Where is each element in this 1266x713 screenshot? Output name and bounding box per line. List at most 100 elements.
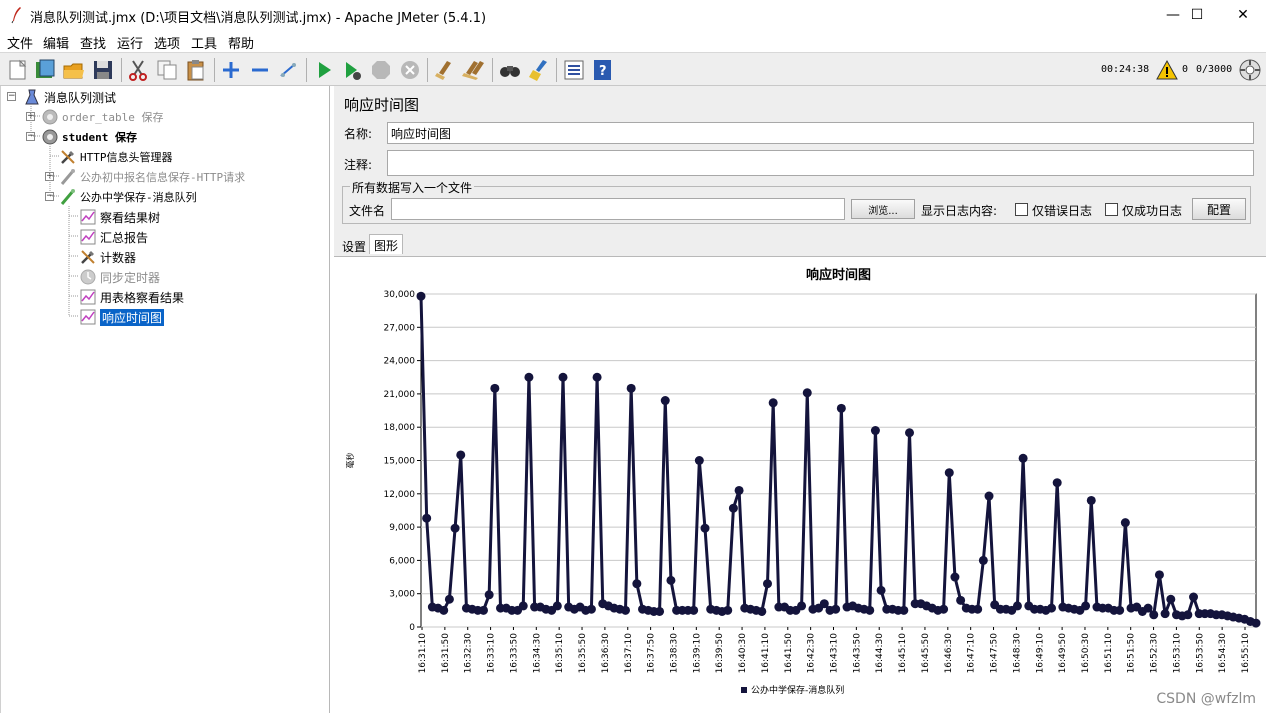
- tree-node-http-header-manager[interactable]: HTTP信息头管理器: [59, 147, 173, 167]
- expand-toggle[interactable]: +: [26, 112, 35, 121]
- data-point: [802, 388, 812, 398]
- menu-file[interactable]: 文件: [7, 33, 33, 52]
- reset-search-icon[interactable]: [527, 58, 551, 82]
- toolbar-separator: [492, 58, 493, 82]
- menu-run[interactable]: 运行: [117, 33, 143, 52]
- start-icon[interactable]: [312, 58, 336, 82]
- warning-icon[interactable]: [1156, 59, 1178, 81]
- data-point: [694, 456, 704, 465]
- tree-node-table-results[interactable]: 用表格察看结果: [79, 287, 184, 307]
- expand-icon[interactable]: [219, 58, 243, 82]
- toolbar-separator: [214, 58, 215, 82]
- y-axis-label: 毫秒: [345, 453, 355, 469]
- data-point: [552, 601, 562, 611]
- x-tick-label: 16:40:30: [738, 633, 748, 674]
- x-tick-label: 16:38:30: [669, 633, 679, 674]
- timer-icon: [80, 269, 96, 285]
- sampler-icon: [60, 169, 75, 185]
- x-tick-label: 16:52:30: [1150, 633, 1160, 674]
- paste-icon[interactable]: [184, 58, 208, 82]
- configure-button[interactable]: 配置: [1192, 198, 1246, 220]
- elapsed-time: 00:24:38: [1101, 64, 1150, 75]
- remote-status-icon[interactable]: [1238, 58, 1262, 82]
- templates-icon[interactable]: [33, 58, 57, 82]
- x-tick-label: 16:35:50: [578, 633, 588, 674]
- collapse-icon[interactable]: [248, 58, 272, 82]
- data-point: [899, 605, 909, 615]
- name-field[interactable]: [387, 122, 1254, 144]
- x-tick-label: 16:41:50: [784, 633, 794, 674]
- tree-node-order-table[interactable]: order_table 保存: [41, 107, 163, 127]
- shutdown-icon[interactable]: [398, 58, 422, 82]
- tab-settings[interactable]: 设置: [338, 236, 370, 256]
- legend-swatch: [741, 687, 747, 693]
- copy-icon[interactable]: [155, 58, 179, 82]
- collapse-toggle[interactable]: −: [45, 192, 54, 201]
- tree-node-counter[interactable]: 计数器: [79, 247, 136, 267]
- data-point: [797, 601, 807, 611]
- toggle-icon[interactable]: [277, 58, 301, 82]
- function-helper-icon[interactable]: [562, 58, 586, 82]
- active-threads: 0/3000: [1196, 64, 1233, 75]
- tree-node-response-time-graph[interactable]: 响应时间图: [79, 307, 165, 327]
- chart-title: 响应时间图: [806, 267, 871, 283]
- menu-edit[interactable]: 编辑: [43, 33, 69, 52]
- new-icon[interactable]: [6, 58, 30, 82]
- clear-icon[interactable]: [433, 58, 457, 82]
- tree-node-summary-report[interactable]: 汇总报告: [79, 227, 148, 247]
- comment-label: 注释:: [344, 158, 373, 172]
- menu-options[interactable]: 选项: [154, 33, 180, 52]
- errors-only-checkbox[interactable]: [1015, 203, 1028, 216]
- collapse-toggle[interactable]: −: [7, 92, 16, 101]
- toolbar-separator: [556, 58, 557, 82]
- save-icon[interactable]: [91, 58, 115, 82]
- stop-icon[interactable]: [369, 58, 393, 82]
- toolbar-separator: [306, 58, 307, 82]
- x-tick-label: 16:50:30: [1081, 633, 1091, 674]
- tree-node-view-results-tree[interactable]: 察看结果树: [79, 207, 160, 227]
- x-tick-label: 16:48:30: [1012, 633, 1022, 674]
- open-icon[interactable]: [62, 58, 86, 82]
- menu-search[interactable]: 查找: [80, 33, 106, 52]
- data-point: [1115, 605, 1125, 615]
- browse-button[interactable]: 浏览...: [851, 199, 915, 219]
- help-icon[interactable]: ?: [591, 58, 615, 82]
- data-point: [1081, 601, 1091, 611]
- clear-all-icon[interactable]: [462, 58, 486, 82]
- data-point: [865, 605, 875, 615]
- expand-toggle[interactable]: +: [45, 172, 54, 181]
- data-point: [689, 605, 699, 615]
- x-tick-label: 16:33:50: [509, 633, 519, 674]
- x-tick-label: 16:44:30: [875, 633, 885, 674]
- tree-node-mq-sampler[interactable]: 公办中学保存-消息队列: [59, 187, 197, 207]
- start-no-pause-icon[interactable]: [340, 58, 364, 82]
- search-icon[interactable]: [498, 58, 522, 82]
- tab-graph[interactable]: 图形: [369, 234, 404, 254]
- x-tick-label: 16:39:10: [692, 633, 702, 674]
- data-point: [1047, 603, 1057, 613]
- y-tick-label: 27,000: [384, 323, 416, 333]
- x-tick-label: 16:35:10: [555, 633, 565, 674]
- data-point: [762, 579, 772, 589]
- tree-node-http-request[interactable]: 公办初中报名信息保存-HTTP请求: [59, 167, 245, 187]
- cut-icon[interactable]: [126, 58, 150, 82]
- page-title: 响应时间图: [344, 96, 420, 114]
- data-point: [1018, 453, 1028, 463]
- menu-tools[interactable]: 工具: [191, 33, 217, 52]
- tree-node-sync-timer[interactable]: 同步定时器: [79, 267, 160, 287]
- data-point: [905, 428, 915, 438]
- collapse-toggle[interactable]: −: [26, 132, 35, 141]
- success-only-checkbox[interactable]: [1105, 203, 1118, 216]
- close-button[interactable]: ✕: [1220, 0, 1266, 30]
- tree-node-test-plan[interactable]: 消息队列测试: [23, 87, 116, 107]
- x-tick-label: 16:37:50: [647, 633, 657, 674]
- comment-field[interactable]: [387, 150, 1254, 176]
- sampler-icon: [60, 189, 75, 205]
- data-point: [950, 572, 960, 582]
- menu-help[interactable]: 帮助: [228, 33, 254, 52]
- element-editor: 响应时间图 名称: 注释: 所有数据写入一个文件 文件名 浏览... 显示日志内…: [334, 86, 1266, 713]
- filename-field[interactable]: [391, 198, 845, 220]
- tree-node-student[interactable]: student 保存: [41, 127, 137, 147]
- maximize-button[interactable]: ☐: [1174, 0, 1220, 30]
- tree-node-label: 用表格察看结果: [100, 290, 185, 305]
